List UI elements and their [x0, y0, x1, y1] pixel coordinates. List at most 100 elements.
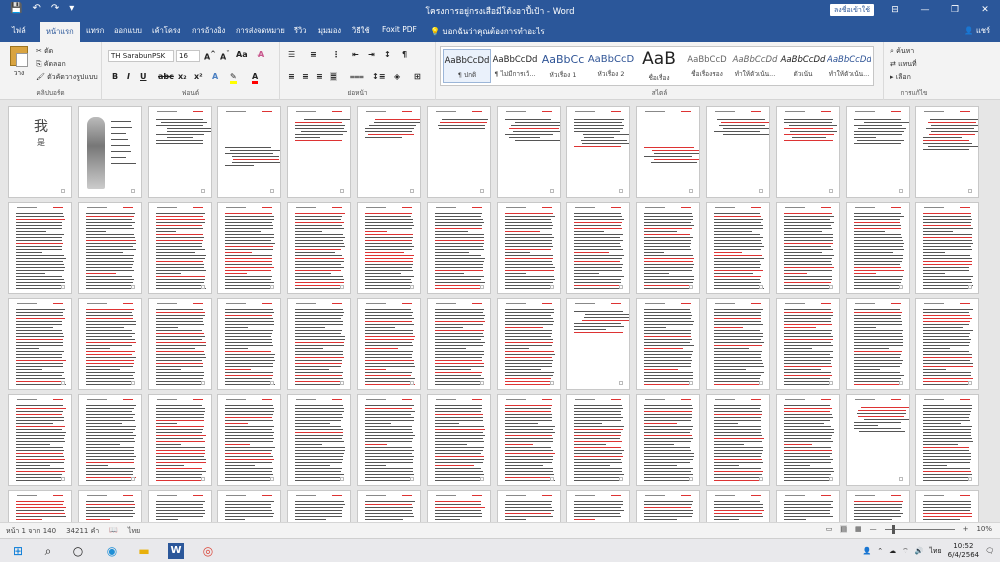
page-thumbnail[interactable]: [636, 490, 700, 522]
text-effects-icon[interactable]: A: [212, 72, 218, 81]
page-thumbnail[interactable]: [427, 490, 491, 522]
zoom-in-button[interactable]: +: [963, 525, 969, 533]
cut-button[interactable]: ✂ ตัด: [36, 46, 53, 57]
underline-button[interactable]: U: [140, 72, 147, 81]
page-thumbnail[interactable]: [636, 298, 700, 390]
subscript-button[interactable]: x₂: [178, 72, 187, 81]
numbering-icon[interactable]: ≡: [310, 50, 317, 59]
zoom-level[interactable]: 10%: [976, 525, 992, 533]
page-thumbnail[interactable]: [217, 106, 281, 198]
task-view-icon[interactable]: ○: [70, 543, 86, 559]
highlight-icon[interactable]: ✎: [230, 72, 237, 84]
page-thumbnail[interactable]: [427, 394, 491, 486]
page-thumbnail[interactable]: [636, 202, 700, 294]
page-thumbnail[interactable]: [427, 202, 491, 294]
page-thumbnail[interactable]: [78, 298, 142, 390]
proofing-icon[interactable]: 📖: [109, 526, 118, 537]
page-thumbnail[interactable]: [706, 298, 770, 390]
page-thumbnail[interactable]: [566, 202, 630, 294]
page-thumbnail[interactable]: [497, 490, 561, 522]
align-right-icon[interactable]: ≡: [316, 72, 323, 81]
bullets-icon[interactable]: ☰: [288, 50, 295, 59]
tab-help[interactable]: วิธีใช้: [352, 25, 370, 42]
chrome-icon[interactable]: ◎: [200, 543, 216, 559]
line-spacing-icon[interactable]: ↕≡: [372, 72, 385, 81]
page-thumbnail[interactable]: [915, 394, 979, 486]
page-thumbnail[interactable]: [846, 394, 910, 486]
windows-start-icon[interactable]: ⊞: [10, 543, 26, 559]
ribbon-display-options-icon[interactable]: ⊟: [880, 0, 910, 20]
page-thumbnail[interactable]: [287, 298, 351, 390]
page-count[interactable]: หน้า 1 จาก 140: [6, 526, 56, 537]
page-thumbnail[interactable]: [915, 490, 979, 522]
page-thumbnail[interactable]: 我是: [8, 106, 72, 198]
decrease-indent-icon[interactable]: ⇤: [352, 50, 359, 59]
tab-layout[interactable]: เค้าโครง: [152, 25, 181, 42]
page-thumbnail[interactable]: [287, 394, 351, 486]
clear-formatting-icon[interactable]: A̶: [258, 50, 264, 59]
page-thumbnail[interactable]: [8, 490, 72, 522]
strikethrough-button[interactable]: abc: [158, 72, 174, 81]
page-thumbnail[interactable]: [497, 394, 561, 486]
share-button[interactable]: 👤 แชร์: [964, 25, 990, 37]
multilevel-list-icon[interactable]: ⋮: [332, 50, 340, 59]
page-thumbnail[interactable]: [776, 394, 840, 486]
replace-button[interactable]: ⇄ แทนที่: [890, 59, 917, 70]
paste-button[interactable]: วาง: [8, 46, 30, 80]
page-thumbnail[interactable]: [78, 202, 142, 294]
page-thumbnail[interactable]: [846, 490, 910, 522]
notifications-icon[interactable]: 🗨: [985, 547, 994, 555]
align-center-icon[interactable]: ≡: [302, 72, 309, 81]
increase-indent-icon[interactable]: ⇥: [368, 50, 375, 59]
search-icon[interactable]: ⌕: [40, 543, 56, 559]
page-thumbnail[interactable]: [148, 106, 212, 198]
tab-file[interactable]: ไฟล์: [12, 25, 26, 42]
page-thumbnail[interactable]: [497, 202, 561, 294]
page-thumbnail[interactable]: [566, 394, 630, 486]
bold-button[interactable]: B: [112, 72, 118, 81]
read-mode-icon[interactable]: ▭: [826, 525, 833, 533]
page-thumbnail[interactable]: [566, 106, 630, 198]
page-thumbnail[interactable]: [776, 298, 840, 390]
page-thumbnail[interactable]: [357, 490, 421, 522]
font-size-combo[interactable]: 16: [176, 50, 200, 62]
font-name-combo[interactable]: TH SarabunPSK: [108, 50, 174, 62]
page-thumbnail[interactable]: [497, 298, 561, 390]
page-thumbnail[interactable]: [846, 106, 910, 198]
thai-distributed-icon[interactable]: ⩶: [350, 72, 364, 82]
person-icon[interactable]: 👤: [863, 547, 872, 555]
zoom-slider[interactable]: [884, 524, 955, 534]
page-thumbnail[interactable]: [287, 490, 351, 522]
find-button[interactable]: ⌕ ค้นหา: [890, 46, 914, 57]
copy-button[interactable]: ⎘ คัดลอก: [36, 59, 66, 70]
file-explorer-icon[interactable]: ▬: [136, 543, 152, 559]
tab-insert[interactable]: แทรก: [86, 25, 104, 42]
signin-button[interactable]: ลงชื่อเข้าใช้: [830, 4, 874, 16]
select-button[interactable]: ▸ เลือก: [890, 72, 911, 83]
clock[interactable]: 10:52 6/4/2564: [948, 542, 979, 560]
tab-review[interactable]: รีวิว: [294, 25, 306, 42]
tab-mailings[interactable]: การส่งจดหมาย: [236, 25, 285, 42]
page-thumbnail[interactable]: [566, 298, 630, 390]
close-button[interactable]: ✕: [970, 0, 1000, 20]
page-thumbnail[interactable]: [148, 394, 212, 486]
zoom-out-button[interactable]: —: [870, 525, 877, 533]
page-thumbnail[interactable]: [8, 202, 72, 294]
shading-icon[interactable]: ◈: [394, 72, 400, 81]
grow-font-button[interactable]: A^: [204, 50, 216, 62]
page-thumbnail[interactable]: [706, 106, 770, 198]
show-hidden-icons[interactable]: ⌃: [877, 547, 883, 555]
page-thumbnail[interactable]: [357, 202, 421, 294]
page-thumbnail[interactable]: [776, 106, 840, 198]
tab-foxit-pdf[interactable]: Foxit PDF: [382, 25, 417, 42]
page-thumbnail[interactable]: [217, 202, 281, 294]
page-thumbnail[interactable]: [217, 490, 281, 522]
page-thumbnail[interactable]: [357, 298, 421, 390]
tab-design[interactable]: ออกแบบ: [114, 25, 142, 42]
tab-references[interactable]: การอ้างอิง: [192, 25, 225, 42]
print-layout-icon[interactable]: ▤: [840, 525, 847, 533]
page-thumbnail[interactable]: [148, 298, 212, 390]
page-thumbnail[interactable]: [846, 298, 910, 390]
page-thumbnail[interactable]: [706, 202, 770, 294]
page-thumbnail[interactable]: [148, 490, 212, 522]
